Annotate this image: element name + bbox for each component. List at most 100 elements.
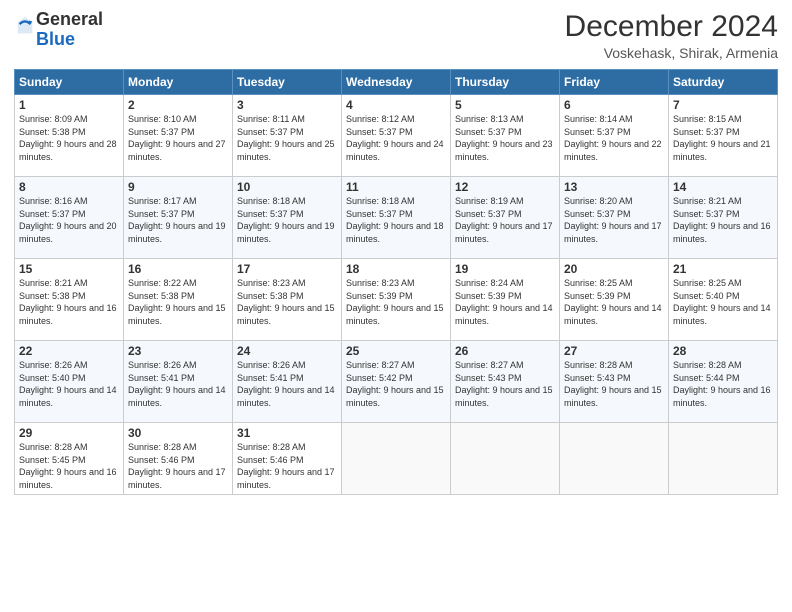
- calendar-cell: 16Sunrise: 8:22 AMSunset: 5:38 PMDayligh…: [124, 259, 233, 341]
- day-info: Sunrise: 8:23 AMSunset: 5:39 PMDaylight:…: [346, 277, 446, 327]
- day-info: Sunrise: 8:28 AMSunset: 5:44 PMDaylight:…: [673, 359, 773, 409]
- day-info: Sunrise: 8:27 AMSunset: 5:43 PMDaylight:…: [455, 359, 555, 409]
- logo-text: General Blue: [36, 10, 103, 50]
- day-info: Sunrise: 8:28 AMSunset: 5:45 PMDaylight:…: [19, 441, 119, 491]
- day-number: 4: [346, 98, 446, 112]
- day-number: 28: [673, 344, 773, 358]
- day-number: 26: [455, 344, 555, 358]
- calendar-week-2: 8Sunrise: 8:16 AMSunset: 5:37 PMDaylight…: [15, 177, 778, 259]
- calendar-cell: 31Sunrise: 8:28 AMSunset: 5:46 PMDayligh…: [233, 423, 342, 495]
- calendar-cell: 27Sunrise: 8:28 AMSunset: 5:43 PMDayligh…: [560, 341, 669, 423]
- day-info: Sunrise: 8:26 AMSunset: 5:41 PMDaylight:…: [128, 359, 228, 409]
- calendar-cell: 22Sunrise: 8:26 AMSunset: 5:40 PMDayligh…: [15, 341, 124, 423]
- day-info: Sunrise: 8:09 AMSunset: 5:38 PMDaylight:…: [19, 113, 119, 163]
- calendar-week-5: 29Sunrise: 8:28 AMSunset: 5:45 PMDayligh…: [15, 423, 778, 495]
- day-header-monday: Monday: [124, 70, 233, 95]
- day-info: Sunrise: 8:13 AMSunset: 5:37 PMDaylight:…: [455, 113, 555, 163]
- day-number: 21: [673, 262, 773, 276]
- day-info: Sunrise: 8:26 AMSunset: 5:41 PMDaylight:…: [237, 359, 337, 409]
- day-header-saturday: Saturday: [669, 70, 778, 95]
- calendar-cell: [560, 423, 669, 495]
- day-info: Sunrise: 8:18 AMSunset: 5:37 PMDaylight:…: [237, 195, 337, 245]
- day-number: 13: [564, 180, 664, 194]
- day-number: 24: [237, 344, 337, 358]
- calendar-cell: 3Sunrise: 8:11 AMSunset: 5:37 PMDaylight…: [233, 95, 342, 177]
- calendar-week-4: 22Sunrise: 8:26 AMSunset: 5:40 PMDayligh…: [15, 341, 778, 423]
- calendar-cell: 18Sunrise: 8:23 AMSunset: 5:39 PMDayligh…: [342, 259, 451, 341]
- day-header-thursday: Thursday: [451, 70, 560, 95]
- calendar-cell: 7Sunrise: 8:15 AMSunset: 5:37 PMDaylight…: [669, 95, 778, 177]
- calendar-cell: 29Sunrise: 8:28 AMSunset: 5:45 PMDayligh…: [15, 423, 124, 495]
- day-info: Sunrise: 8:10 AMSunset: 5:37 PMDaylight:…: [128, 113, 228, 163]
- location-subtitle: Voskehask, Shirak, Armenia: [565, 45, 778, 61]
- day-number: 20: [564, 262, 664, 276]
- day-number: 19: [455, 262, 555, 276]
- day-info: Sunrise: 8:23 AMSunset: 5:38 PMDaylight:…: [237, 277, 337, 327]
- calendar-header-row: SundayMondayTuesdayWednesdayThursdayFrid…: [15, 70, 778, 95]
- day-header-wednesday: Wednesday: [342, 70, 451, 95]
- calendar-cell: 26Sunrise: 8:27 AMSunset: 5:43 PMDayligh…: [451, 341, 560, 423]
- day-info: Sunrise: 8:24 AMSunset: 5:39 PMDaylight:…: [455, 277, 555, 327]
- header: General Blue December 2024 Voskehask, Sh…: [14, 10, 778, 61]
- calendar-cell: 15Sunrise: 8:21 AMSunset: 5:38 PMDayligh…: [15, 259, 124, 341]
- day-info: Sunrise: 8:22 AMSunset: 5:38 PMDaylight:…: [128, 277, 228, 327]
- calendar-cell: 10Sunrise: 8:18 AMSunset: 5:37 PMDayligh…: [233, 177, 342, 259]
- calendar-cell: 30Sunrise: 8:28 AMSunset: 5:46 PMDayligh…: [124, 423, 233, 495]
- day-number: 1: [19, 98, 119, 112]
- calendar-cell: 28Sunrise: 8:28 AMSunset: 5:44 PMDayligh…: [669, 341, 778, 423]
- calendar-cell: 6Sunrise: 8:14 AMSunset: 5:37 PMDaylight…: [560, 95, 669, 177]
- day-header-sunday: Sunday: [15, 70, 124, 95]
- calendar-cell: 5Sunrise: 8:13 AMSunset: 5:37 PMDaylight…: [451, 95, 560, 177]
- calendar-cell: 25Sunrise: 8:27 AMSunset: 5:42 PMDayligh…: [342, 341, 451, 423]
- month-title: December 2024: [565, 10, 778, 43]
- calendar-cell: 9Sunrise: 8:17 AMSunset: 5:37 PMDaylight…: [124, 177, 233, 259]
- day-info: Sunrise: 8:11 AMSunset: 5:37 PMDaylight:…: [237, 113, 337, 163]
- day-number: 11: [346, 180, 446, 194]
- calendar-week-3: 15Sunrise: 8:21 AMSunset: 5:38 PMDayligh…: [15, 259, 778, 341]
- day-number: 31: [237, 426, 337, 440]
- day-header-tuesday: Tuesday: [233, 70, 342, 95]
- calendar-cell: 24Sunrise: 8:26 AMSunset: 5:41 PMDayligh…: [233, 341, 342, 423]
- calendar-cell: 19Sunrise: 8:24 AMSunset: 5:39 PMDayligh…: [451, 259, 560, 341]
- day-number: 16: [128, 262, 228, 276]
- title-block: December 2024 Voskehask, Shirak, Armenia: [565, 10, 778, 61]
- day-info: Sunrise: 8:15 AMSunset: 5:37 PMDaylight:…: [673, 113, 773, 163]
- day-number: 30: [128, 426, 228, 440]
- day-info: Sunrise: 8:25 AMSunset: 5:39 PMDaylight:…: [564, 277, 664, 327]
- day-number: 18: [346, 262, 446, 276]
- day-number: 15: [19, 262, 119, 276]
- calendar-cell: 14Sunrise: 8:21 AMSunset: 5:37 PMDayligh…: [669, 177, 778, 259]
- day-info: Sunrise: 8:28 AMSunset: 5:46 PMDaylight:…: [128, 441, 228, 491]
- calendar-cell: 20Sunrise: 8:25 AMSunset: 5:39 PMDayligh…: [560, 259, 669, 341]
- day-number: 9: [128, 180, 228, 194]
- day-info: Sunrise: 8:27 AMSunset: 5:42 PMDaylight:…: [346, 359, 446, 409]
- calendar-table: SundayMondayTuesdayWednesdayThursdayFrid…: [14, 69, 778, 495]
- calendar-week-1: 1Sunrise: 8:09 AMSunset: 5:38 PMDaylight…: [15, 95, 778, 177]
- day-info: Sunrise: 8:16 AMSunset: 5:37 PMDaylight:…: [19, 195, 119, 245]
- calendar-cell: 12Sunrise: 8:19 AMSunset: 5:37 PMDayligh…: [451, 177, 560, 259]
- calendar-cell: 11Sunrise: 8:18 AMSunset: 5:37 PMDayligh…: [342, 177, 451, 259]
- day-info: Sunrise: 8:21 AMSunset: 5:37 PMDaylight:…: [673, 195, 773, 245]
- calendar-cell: [342, 423, 451, 495]
- day-number: 7: [673, 98, 773, 112]
- day-info: Sunrise: 8:25 AMSunset: 5:40 PMDaylight:…: [673, 277, 773, 327]
- day-number: 22: [19, 344, 119, 358]
- calendar-cell: [669, 423, 778, 495]
- calendar-cell: 23Sunrise: 8:26 AMSunset: 5:41 PMDayligh…: [124, 341, 233, 423]
- day-number: 6: [564, 98, 664, 112]
- day-info: Sunrise: 8:28 AMSunset: 5:43 PMDaylight:…: [564, 359, 664, 409]
- day-number: 8: [19, 180, 119, 194]
- day-info: Sunrise: 8:12 AMSunset: 5:37 PMDaylight:…: [346, 113, 446, 163]
- day-info: Sunrise: 8:28 AMSunset: 5:46 PMDaylight:…: [237, 441, 337, 491]
- day-info: Sunrise: 8:20 AMSunset: 5:37 PMDaylight:…: [564, 195, 664, 245]
- day-number: 10: [237, 180, 337, 194]
- day-number: 2: [128, 98, 228, 112]
- day-info: Sunrise: 8:14 AMSunset: 5:37 PMDaylight:…: [564, 113, 664, 163]
- day-number: 3: [237, 98, 337, 112]
- day-info: Sunrise: 8:19 AMSunset: 5:37 PMDaylight:…: [455, 195, 555, 245]
- day-number: 17: [237, 262, 337, 276]
- logo: General Blue: [14, 10, 103, 50]
- day-number: 12: [455, 180, 555, 194]
- logo-icon: [14, 15, 36, 37]
- calendar-cell: 8Sunrise: 8:16 AMSunset: 5:37 PMDaylight…: [15, 177, 124, 259]
